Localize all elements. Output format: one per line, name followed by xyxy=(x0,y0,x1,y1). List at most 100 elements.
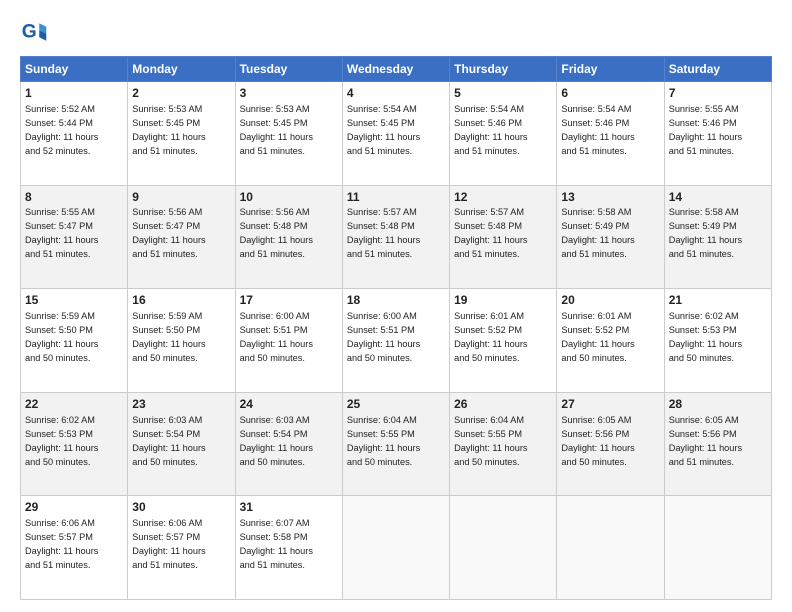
day-info: Sunrise: 6:06 AM Sunset: 5:57 PM Dayligh… xyxy=(25,518,98,570)
day-info: Sunrise: 5:57 AM Sunset: 5:48 PM Dayligh… xyxy=(454,207,527,259)
day-cell: 12Sunrise: 5:57 AM Sunset: 5:48 PM Dayli… xyxy=(450,185,557,289)
weekday-monday: Monday xyxy=(128,57,235,82)
day-number: 31 xyxy=(240,499,338,516)
day-cell xyxy=(342,496,449,600)
weekday-friday: Friday xyxy=(557,57,664,82)
day-number: 17 xyxy=(240,292,338,309)
week-row-1: 8Sunrise: 5:55 AM Sunset: 5:47 PM Daylig… xyxy=(21,185,772,289)
day-number: 21 xyxy=(669,292,767,309)
week-row-2: 15 Sunrise: 5:59 AM Sunset: 5:50 PM Dayli… xyxy=(21,289,772,393)
day-cell: 15Sunrise: 5:59 AM Sunset: 5:50 PM Dayli… xyxy=(21,289,128,393)
day-cell: 4Sunrise: 5:54 AM Sunset: 5:45 PM Daylig… xyxy=(342,82,449,186)
day-number: 6 xyxy=(561,85,659,102)
day-number: 8 xyxy=(25,189,123,206)
day-info: Sunrise: 6:04 AM Sunset: 5:55 PM Dayligh… xyxy=(454,415,527,467)
day-number: 16 xyxy=(132,292,230,309)
weekday-tuesday: Tuesday xyxy=(235,57,342,82)
day-cell: 20 Sunrise: 6:01 AM Sunset: 5:52 PM Dayli… xyxy=(557,289,664,393)
day-number: 18 xyxy=(347,292,445,309)
day-info: Sunrise: 5:57 AM Sunset: 5:48 PM Dayligh… xyxy=(347,207,420,259)
day-cell: 16 Sunrise: 5:59 AM Sunset: 5:50 PM Dayli… xyxy=(128,289,235,393)
day-number: 1 xyxy=(25,85,123,102)
logo: G xyxy=(20,18,52,46)
calendar-body: 1 Sunrise: 5:52 AM Sunset: 5:44 PM Daylig… xyxy=(21,82,772,600)
day-info: Sunrise: 5:55 AM Sunset: 5:46 PM Dayligh… xyxy=(669,104,742,156)
day-number: 3 xyxy=(240,85,338,102)
day-info: Sunrise: 5:58 AM Sunset: 5:49 PM Dayligh… xyxy=(669,207,742,259)
day-number: 2 xyxy=(132,85,230,102)
day-cell: 19Sunrise: 6:01 AM Sunset: 5:52 PM Dayli… xyxy=(450,289,557,393)
day-cell xyxy=(450,496,557,600)
day-info: Sunrise: 5:54 AM Sunset: 5:46 PM Dayligh… xyxy=(454,104,527,156)
day-info: Sunrise: 6:05 AM Sunset: 5:56 PM Dayligh… xyxy=(561,415,634,467)
day-info: Sunrise: 5:53 AM Sunset: 5:45 PM Dayligh… xyxy=(240,104,313,156)
day-info: Sunrise: 6:03 AM Sunset: 5:54 PM Dayligh… xyxy=(240,415,313,467)
day-number: 19 xyxy=(454,292,552,309)
day-cell: 27 Sunrise: 6:05 AM Sunset: 5:56 PM Dayli… xyxy=(557,392,664,496)
day-cell: 23Sunrise: 6:03 AM Sunset: 5:54 PM Dayli… xyxy=(128,392,235,496)
calendar-header: SundayMondayTuesdayWednesdayThursdayFrid… xyxy=(21,57,772,82)
day-cell: 5 Sunrise: 5:54 AM Sunset: 5:46 PM Daylig… xyxy=(450,82,557,186)
day-cell: 30 Sunrise: 6:06 AM Sunset: 5:57 PM Dayli… xyxy=(128,496,235,600)
day-cell: 1 Sunrise: 5:52 AM Sunset: 5:44 PM Daylig… xyxy=(21,82,128,186)
day-cell: 11Sunrise: 5:57 AM Sunset: 5:48 PM Dayli… xyxy=(342,185,449,289)
day-number: 4 xyxy=(347,85,445,102)
weekday-wednesday: Wednesday xyxy=(342,57,449,82)
day-info: Sunrise: 5:53 AM Sunset: 5:45 PM Dayligh… xyxy=(132,104,205,156)
day-number: 11 xyxy=(347,189,445,206)
day-number: 20 xyxy=(561,292,659,309)
day-cell: 31Sunrise: 6:07 AM Sunset: 5:58 PM Dayli… xyxy=(235,496,342,600)
day-info: Sunrise: 6:01 AM Sunset: 5:52 PM Dayligh… xyxy=(561,311,634,363)
day-cell: 13Sunrise: 5:58 AM Sunset: 5:49 PM Dayli… xyxy=(557,185,664,289)
svg-text:G: G xyxy=(22,21,37,42)
day-cell: 2 Sunrise: 5:53 AM Sunset: 5:45 PM Daylig… xyxy=(128,82,235,186)
calendar: SundayMondayTuesdayWednesdayThursdayFrid… xyxy=(20,56,772,600)
day-info: Sunrise: 5:56 AM Sunset: 5:48 PM Dayligh… xyxy=(240,207,313,259)
day-number: 26 xyxy=(454,396,552,413)
day-number: 27 xyxy=(561,396,659,413)
weekday-thursday: Thursday xyxy=(450,57,557,82)
header: G xyxy=(20,18,772,46)
day-cell: 21 Sunrise: 6:02 AM Sunset: 5:53 PM Dayli… xyxy=(664,289,771,393)
day-cell: 6Sunrise: 5:54 AM Sunset: 5:46 PM Daylig… xyxy=(557,82,664,186)
logo-icon: G xyxy=(20,18,48,46)
day-number: 30 xyxy=(132,499,230,516)
day-cell: 7 Sunrise: 5:55 AM Sunset: 5:46 PM Daylig… xyxy=(664,82,771,186)
weekday-header-row: SundayMondayTuesdayWednesdayThursdayFrid… xyxy=(21,57,772,82)
weekday-saturday: Saturday xyxy=(664,57,771,82)
day-cell xyxy=(557,496,664,600)
day-number: 15 xyxy=(25,292,123,309)
day-cell: 26 Sunrise: 6:04 AM Sunset: 5:55 PM Dayli… xyxy=(450,392,557,496)
day-info: Sunrise: 6:02 AM Sunset: 5:53 PM Dayligh… xyxy=(25,415,98,467)
day-info: Sunrise: 6:00 AM Sunset: 5:51 PM Dayligh… xyxy=(240,311,313,363)
day-info: Sunrise: 6:04 AM Sunset: 5:55 PM Dayligh… xyxy=(347,415,420,467)
day-cell: 10Sunrise: 5:56 AM Sunset: 5:48 PM Dayli… xyxy=(235,185,342,289)
day-number: 7 xyxy=(669,85,767,102)
day-number: 14 xyxy=(669,189,767,206)
day-number: 9 xyxy=(132,189,230,206)
week-row-4: 29Sunrise: 6:06 AM Sunset: 5:57 PM Dayli… xyxy=(21,496,772,600)
day-cell: 3 Sunrise: 5:53 AM Sunset: 5:45 PM Daylig… xyxy=(235,82,342,186)
day-cell: 22Sunrise: 6:02 AM Sunset: 5:53 PM Dayli… xyxy=(21,392,128,496)
day-info: Sunrise: 6:05 AM Sunset: 5:56 PM Dayligh… xyxy=(669,415,742,467)
day-info: Sunrise: 5:59 AM Sunset: 5:50 PM Dayligh… xyxy=(132,311,205,363)
day-cell: 14Sunrise: 5:58 AM Sunset: 5:49 PM Dayli… xyxy=(664,185,771,289)
day-cell: 29Sunrise: 6:06 AM Sunset: 5:57 PM Dayli… xyxy=(21,496,128,600)
day-cell: 17 Sunrise: 6:00 AM Sunset: 5:51 PM Dayli… xyxy=(235,289,342,393)
page: G SundayMondayTuesdayWednesdayThursdayFr… xyxy=(0,0,792,612)
day-info: Sunrise: 5:52 AM Sunset: 5:44 PM Dayligh… xyxy=(25,104,98,156)
day-number: 25 xyxy=(347,396,445,413)
day-info: Sunrise: 5:58 AM Sunset: 5:49 PM Dayligh… xyxy=(561,207,634,259)
day-info: Sunrise: 6:02 AM Sunset: 5:53 PM Dayligh… xyxy=(669,311,742,363)
day-cell: 28 Sunrise: 6:05 AM Sunset: 5:56 PM Dayli… xyxy=(664,392,771,496)
day-info: Sunrise: 6:06 AM Sunset: 5:57 PM Dayligh… xyxy=(132,518,205,570)
day-number: 24 xyxy=(240,396,338,413)
day-number: 10 xyxy=(240,189,338,206)
day-number: 5 xyxy=(454,85,552,102)
day-number: 28 xyxy=(669,396,767,413)
day-cell: 8Sunrise: 5:55 AM Sunset: 5:47 PM Daylig… xyxy=(21,185,128,289)
day-cell: 24 Sunrise: 6:03 AM Sunset: 5:54 PM Dayli… xyxy=(235,392,342,496)
day-cell xyxy=(664,496,771,600)
day-number: 23 xyxy=(132,396,230,413)
day-cell: 18Sunrise: 6:00 AM Sunset: 5:51 PM Dayli… xyxy=(342,289,449,393)
